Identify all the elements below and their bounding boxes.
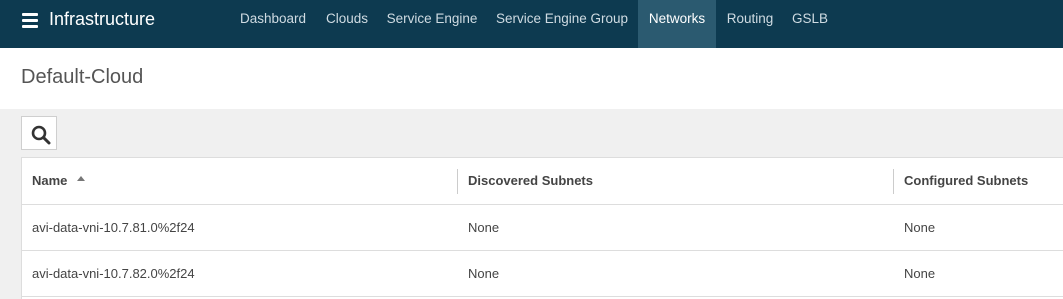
tab-service-engine[interactable]: Service Engine — [379, 0, 485, 38]
tab-dashboard[interactable]: Dashboard — [232, 0, 314, 38]
app-title: Infrastructure — [49, 9, 156, 29]
tab-networks[interactable]: Networks — [638, 0, 716, 48]
cell-name: avi-data-vni-10.7.82.0%2f24 — [32, 266, 195, 281]
top-nav-bar: Infrastructure Dashboard Clouds Service … — [0, 0, 1063, 48]
table-row[interactable]: avi-data-vni-10.7.82.0%2f24 None None — [22, 251, 1063, 297]
tab-clouds[interactable]: Clouds — [318, 0, 376, 38]
cell-configured-subnets: None — [904, 220, 936, 235]
cell-name: avi-data-vni-10.7.81.0%2f24 — [32, 220, 195, 235]
page-title: Default-Cloud — [21, 66, 144, 88]
column-divider[interactable] — [893, 169, 894, 194]
column-header-discovered-subnets[interactable]: Discovered Subnets — [468, 158, 593, 204]
tab-service-engine-group[interactable]: Service Engine Group — [489, 0, 635, 38]
cell-discovered-subnets: None — [468, 266, 500, 281]
tab-routing[interactable]: Routing — [719, 0, 781, 38]
search-button[interactable] — [21, 116, 57, 150]
hamburger-menu-icon[interactable] — [22, 13, 38, 28]
cell-configured-subnets: None — [904, 266, 936, 281]
column-divider[interactable] — [457, 169, 458, 194]
column-header-configured-subnets[interactable]: Configured Subnets — [904, 158, 1028, 204]
column-header-label: Name — [32, 173, 68, 188]
column-header-name[interactable]: Name — [32, 158, 86, 204]
cell-discovered-subnets: None — [468, 220, 500, 235]
sort-ascending-icon — [77, 176, 86, 181]
search-icon — [31, 125, 51, 145]
tab-gslb[interactable]: GSLB — [784, 0, 836, 38]
table-row[interactable]: avi-data-vni-10.7.81.0%2f24 None None — [22, 205, 1063, 251]
networks-table: Name Discovered Subnets Configured Subne… — [21, 157, 1063, 299]
page-header: Default-Cloud — [0, 48, 1063, 109]
table-header: Name Discovered Subnets Configured Subne… — [22, 158, 1063, 205]
